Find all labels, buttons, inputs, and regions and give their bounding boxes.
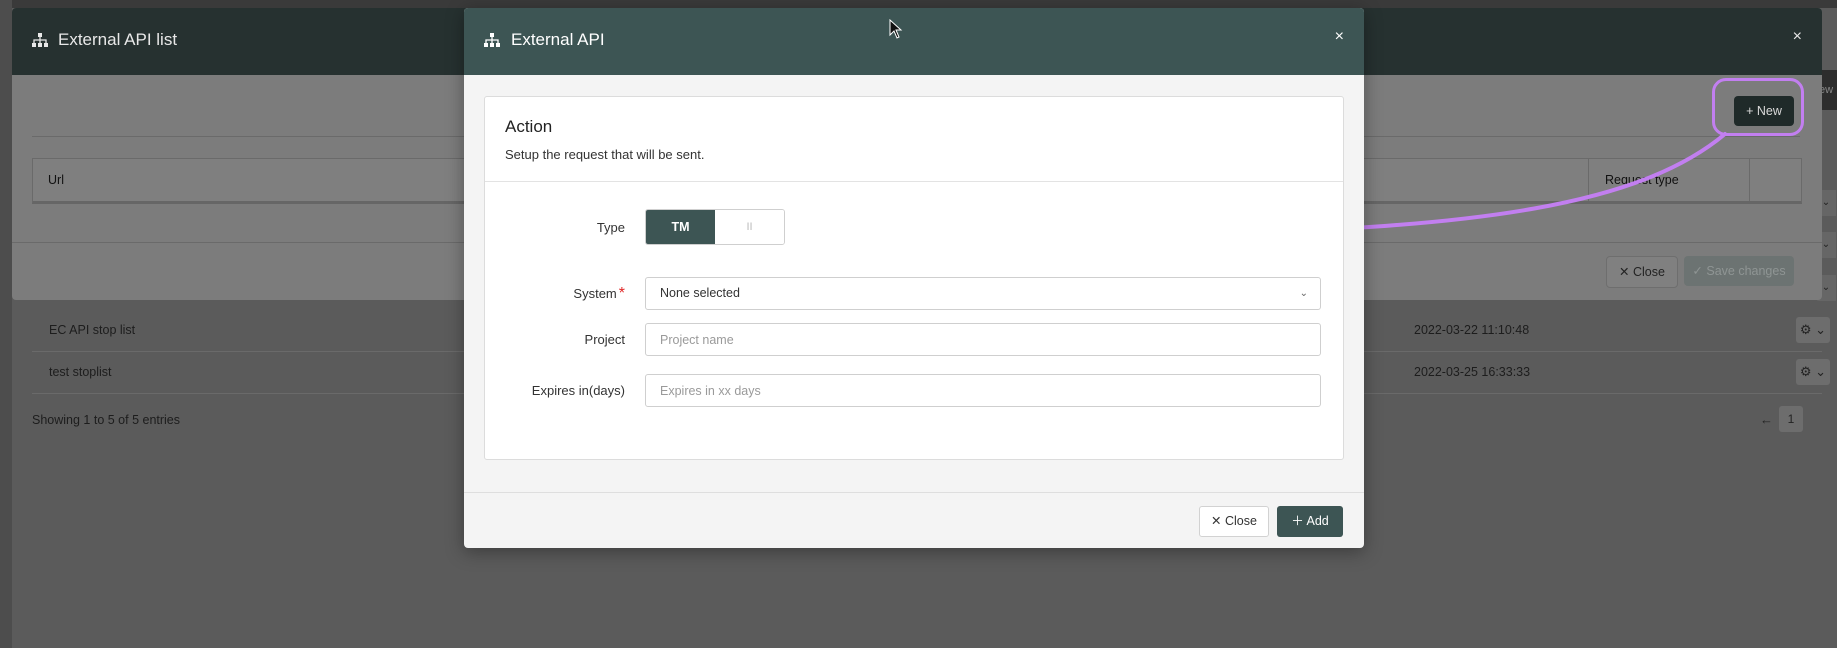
gear-icon[interactable]: ⚙ ⌄: [1796, 359, 1830, 385]
pagination-prev[interactable]: ←: [1760, 412, 1773, 427]
save-changes-label: Save changes: [1706, 264, 1786, 278]
mouse-cursor-icon: [889, 19, 903, 39]
row-date: 2022-03-25 16:33:33: [1414, 365, 1531, 379]
top-bar: [0, 0, 1837, 8]
divider: [485, 181, 1343, 182]
close-button[interactable]: ✕ Close: [1199, 506, 1269, 537]
pagination: ← 1: [1760, 406, 1803, 432]
close-icon[interactable]: ×: [1793, 28, 1802, 46]
row-name: EC API stop list: [49, 323, 136, 337]
expires-input[interactable]: [645, 374, 1321, 407]
type-option-ii[interactable]: II: [715, 210, 784, 244]
project-label: Project: [584, 332, 625, 347]
chevron-down-icon: ⌄: [1299, 288, 1308, 299]
close-button-label: Close: [1224, 514, 1257, 528]
section-subtitle: Setup the request that will be sent.: [505, 147, 705, 162]
pagination-page[interactable]: 1: [1779, 406, 1803, 432]
type-option-tm[interactable]: TM: [646, 210, 715, 244]
system-select[interactable]: None selected ⌄: [645, 277, 1321, 310]
external-api-modal: External API × Action Setup the request …: [464, 8, 1364, 548]
type-toggle[interactable]: TM II: [645, 209, 785, 245]
sitemap-icon: [484, 33, 500, 51]
sitemap-icon: [32, 33, 48, 51]
modal-footer-divider: [464, 492, 1364, 493]
system-label: System *: [573, 285, 625, 302]
row-name: test stoplist: [49, 365, 112, 379]
close-button[interactable]: ✕ Close: [1606, 256, 1678, 288]
modal-header: External API ×: [464, 8, 1364, 75]
column-header-request-type[interactable]: Request type: [1605, 173, 1679, 187]
column-header-url[interactable]: Url: [48, 173, 64, 187]
close-button-label: Close: [1632, 265, 1665, 279]
required-marker: *: [618, 285, 625, 302]
modal-title: External API list: [58, 30, 178, 49]
type-label: Type: [596, 220, 625, 235]
highlight-annotation: [1712, 78, 1804, 136]
add-button[interactable]: ＋ Add: [1277, 506, 1343, 537]
section-title: Action: [505, 117, 553, 136]
add-button-label: Add: [1306, 514, 1329, 528]
project-input[interactable]: [645, 323, 1321, 356]
expires-label: Expires in(days): [531, 383, 625, 398]
left-sidebar-strip: [0, 0, 12, 648]
action-panel: Action Setup the request that will be se…: [484, 96, 1344, 460]
modal-title: External API: [511, 30, 605, 49]
table-info: Showing 1 to 5 of 5 entries: [32, 413, 181, 427]
gear-icon[interactable]: ⚙ ⌄: [1796, 317, 1830, 343]
system-select-value: None selected: [660, 286, 740, 300]
save-changes-button[interactable]: ✓ Save changes: [1684, 256, 1794, 286]
close-icon[interactable]: ×: [1335, 28, 1344, 46]
row-date: 2022-03-22 11:10:48: [1414, 323, 1530, 337]
